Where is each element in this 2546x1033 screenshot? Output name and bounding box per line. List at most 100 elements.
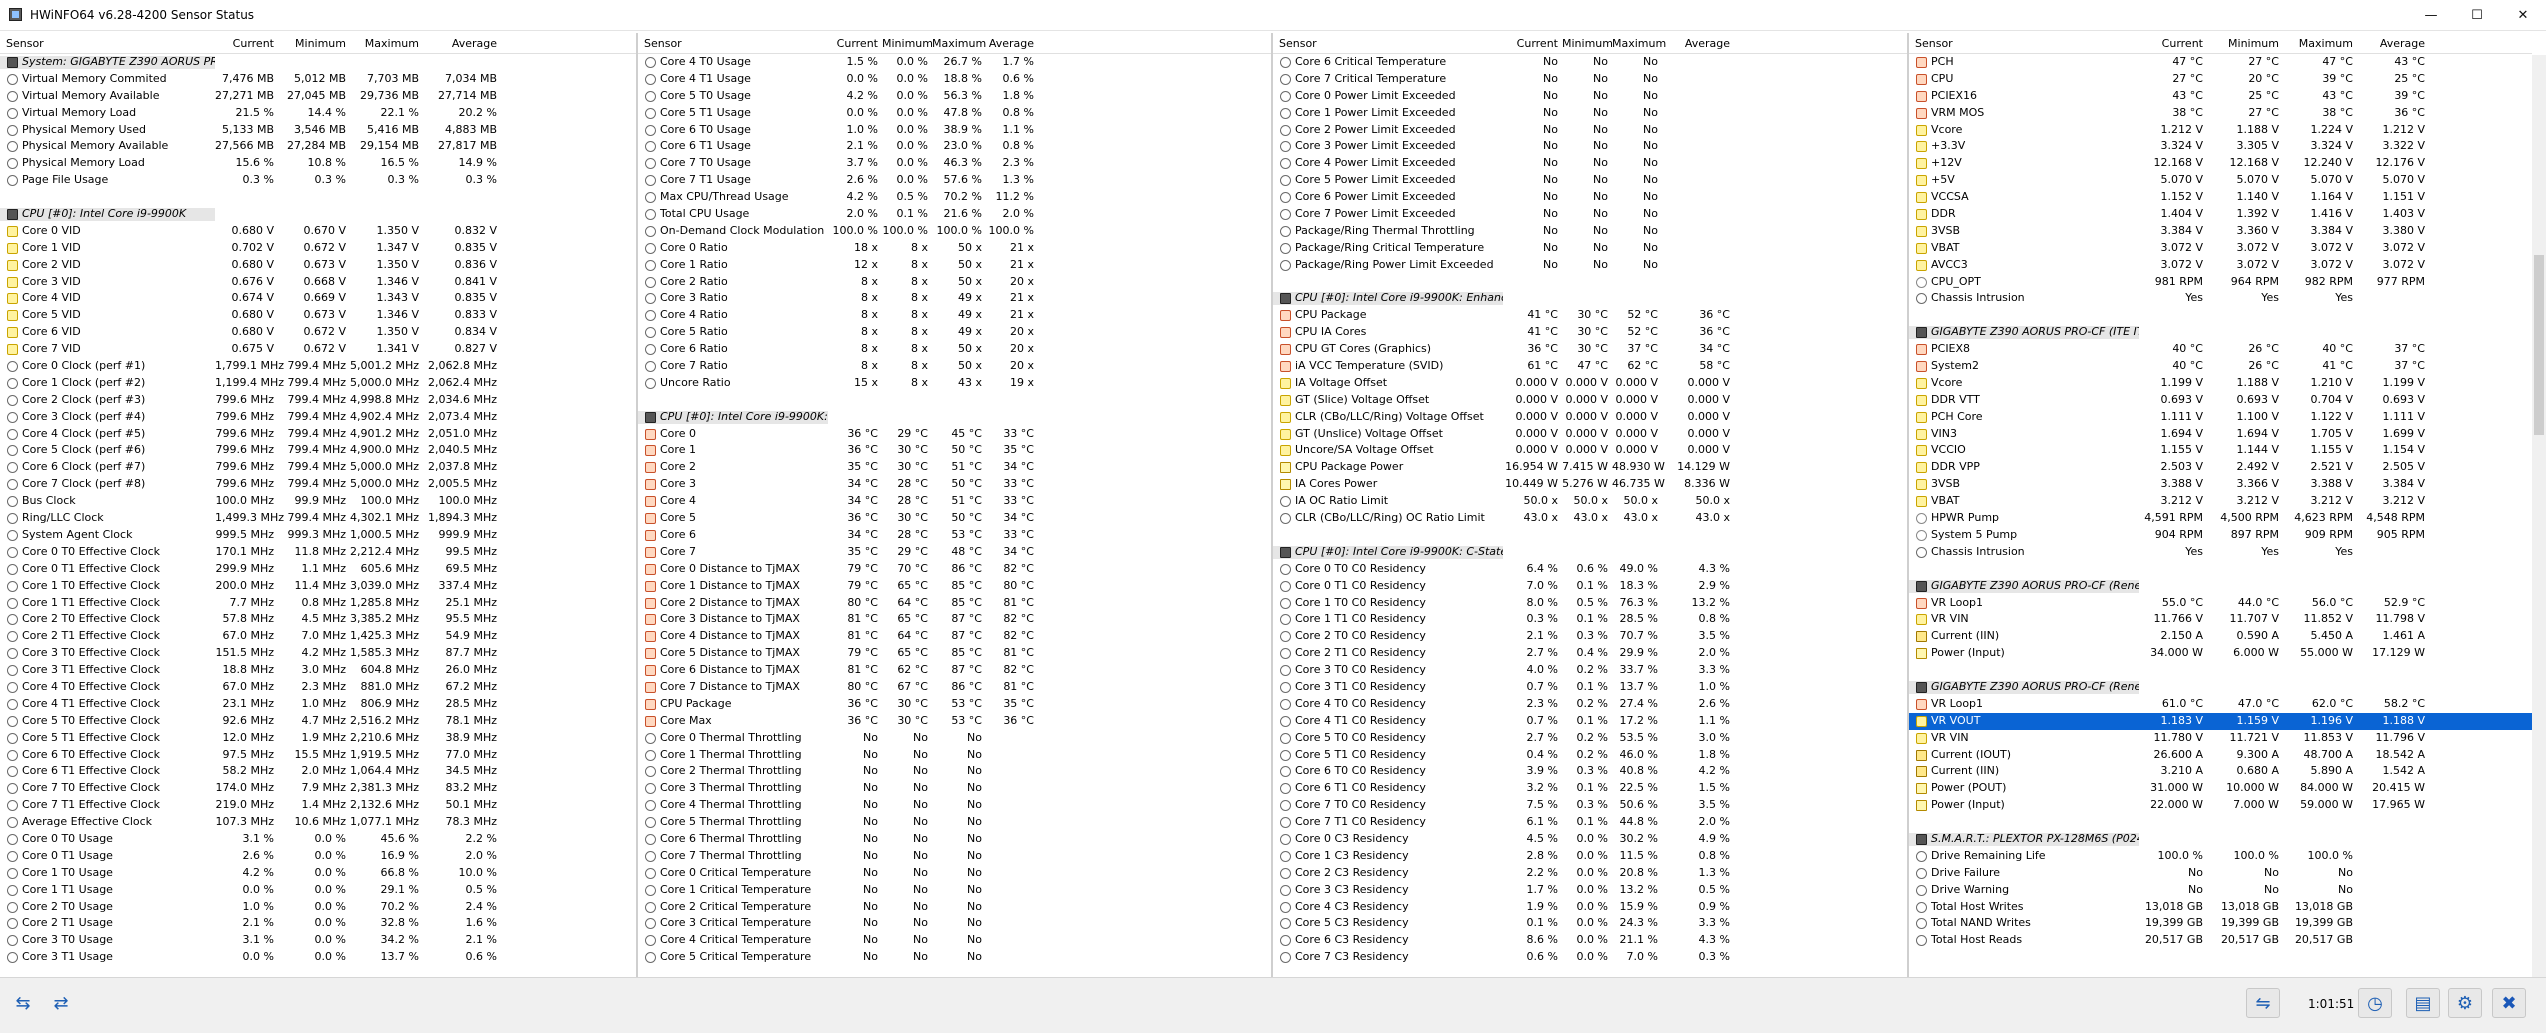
sensor-row[interactable]: Core 1 VID 0.702 V 0.672 V 1.347 V 0.835 V bbox=[0, 240, 636, 257]
sensor-row[interactable]: Core 0 T1 C0 Residency 7.0 % 0.1 % 18.3 % 2.… bbox=[1273, 578, 1907, 595]
column-current[interactable]: Current bbox=[1503, 37, 1558, 50]
sensor-row[interactable]: PCH 47 °C 27 °C 47 °C 43 °C bbox=[1909, 54, 2532, 71]
sensor-row[interactable]: GT (Unslice) Voltage Offset 0.000 V 0.000 … bbox=[1273, 426, 1907, 443]
sensor-row[interactable]: VIN3 1.694 V 1.694 V 1.705 V 1.699 V bbox=[1909, 426, 2532, 443]
sensor-row[interactable]: Core 0 Thermal Throttling No No No bbox=[638, 730, 1271, 747]
scrollbar-thumb[interactable] bbox=[2534, 255, 2544, 435]
column-maximum[interactable]: Maximum bbox=[932, 37, 986, 50]
sensor-row[interactable]: Core 0 Power Limit Exceeded No No No bbox=[1273, 88, 1907, 105]
sensor-row[interactable]: Core 7 35 °C 29 °C 48 °C 34 °C bbox=[638, 544, 1271, 561]
sensor-group-header[interactable]: System: GIGABYTE Z390 AORUS PRO bbox=[0, 54, 636, 71]
sensor-row[interactable]: Core 1 T1 C0 Residency 0.3 % 0.1 % 28.5 % 0.… bbox=[1273, 611, 1907, 628]
sensor-row[interactable]: Core 2 T0 Effective Clock 57.8 MHz 4.5 MHz… bbox=[0, 611, 636, 628]
minimize-button[interactable]: — bbox=[2408, 0, 2454, 31]
sensor-row[interactable]: PCH Core 1.111 V 1.100 V 1.122 V 1.111 V bbox=[1909, 409, 2532, 426]
sensor-row[interactable]: On-Demand Clock Modulation 100.0 % 100.0 %… bbox=[638, 223, 1271, 240]
sensor-row[interactable]: VR Loop1 55.0 °C 44.0 °C 56.0 °C 52.9 °C bbox=[1909, 595, 2532, 612]
sensor-row[interactable]: Core 4 T1 C0 Residency 0.7 % 0.1 % 17.2 % 1.… bbox=[1273, 713, 1907, 730]
sensor-row[interactable]: Core 4 Clock (perf #5) 799.6 MHz 799.4 MHz… bbox=[0, 426, 636, 443]
sensor-row[interactable]: Core 7 T1 Usage 2.6 % 0.0 % 57.6 % 1.3 % bbox=[638, 172, 1271, 189]
sensor-row[interactable]: Core 4 Thermal Throttling No No No bbox=[638, 797, 1271, 814]
sensor-row[interactable]: Core 7 Distance to TjMAX 80 °C 67 °C 86 °C 8… bbox=[638, 679, 1271, 696]
sensor-row[interactable]: Core 5 Clock (perf #6) 799.6 MHz 799.4 MHz… bbox=[0, 442, 636, 459]
sensor-row[interactable]: Core 2 Distance to TjMAX 80 °C 64 °C 85 °C 8… bbox=[638, 595, 1271, 612]
sensor-row[interactable]: System2 40 °C 26 °C 41 °C 37 °C bbox=[1909, 358, 2532, 375]
sensor-row[interactable]: Core 0 T0 Usage 3.1 % 0.0 % 45.6 % 2.2 % bbox=[0, 831, 636, 848]
column-minimum[interactable]: Minimum bbox=[882, 37, 933, 50]
sensor-row[interactable]: Total NAND Writes 19,399 GB 19,399 GB 19,39… bbox=[1909, 915, 2532, 932]
sensor-row[interactable]: Core 2 T1 Effective Clock 67.0 MHz 7.0 MHz… bbox=[0, 628, 636, 645]
sensor-row[interactable]: Core 0 Critical Temperature No No No bbox=[638, 865, 1271, 882]
sensor-row[interactable]: Core 1 C3 Residency 2.8 % 0.0 % 11.5 % 0.8 % bbox=[1273, 848, 1907, 865]
sensor-row[interactable]: Core 6 T1 C0 Residency 3.2 % 0.1 % 22.5 % 1.… bbox=[1273, 780, 1907, 797]
sensor-row[interactable]: Max CPU/Thread Usage 4.2 % 0.5 % 70.2 % 11.2… bbox=[638, 189, 1271, 206]
sensor-group-header[interactable]: S.M.A.R.T.: PLEXTOR PX-128M6S (P024... bbox=[1909, 831, 2532, 848]
sensor-row[interactable]: Core 2 Clock (perf #3) 799.6 MHz 799.4 MHz… bbox=[0, 392, 636, 409]
column-sensor[interactable]: Sensor bbox=[1279, 37, 1317, 50]
sensor-row[interactable]: VR VIN 11.780 V 11.721 V 11.853 V 11.796 V bbox=[1909, 730, 2532, 747]
sensor-row[interactable]: Core 5 Thermal Throttling No No No bbox=[638, 814, 1271, 831]
sensor-row[interactable]: Chassis Intrusion Yes Yes Yes bbox=[1909, 290, 2532, 307]
sensor-row[interactable]: Power (Input) 22.000 W 7.000 W 59.000 W 17.9… bbox=[1909, 797, 2532, 814]
sensor-row[interactable]: Core 4 T1 Usage 0.0 % 0.0 % 18.8 % 0.6 % bbox=[638, 71, 1271, 88]
sensor-row[interactable]: Core 7 Critical Temperature No No No bbox=[1273, 71, 1907, 88]
sensor-row[interactable]: VCCSA 1.152 V 1.140 V 1.164 V 1.151 V bbox=[1909, 189, 2532, 206]
sensor-row[interactable]: Physical Memory Available 27,566 MB 27,284… bbox=[0, 138, 636, 155]
column-sensor[interactable]: Sensor bbox=[1915, 37, 1953, 50]
sensor-row[interactable]: HPWR Pump 4,591 RPM 4,500 RPM 4,623 RPM 4,54… bbox=[1909, 510, 2532, 527]
sensor-row[interactable]: Current (IIN) 2.150 A 0.590 A 5.450 A 1.461 … bbox=[1909, 628, 2532, 645]
sensor-row[interactable]: Core 6 C3 Residency 8.6 % 0.0 % 21.1 % 4.3 % bbox=[1273, 932, 1907, 949]
sensor-pane-1[interactable]: Sensor Current Minimum Maximum Average System… bbox=[0, 33, 638, 977]
sensor-row[interactable]: Core 5 Ratio 8 x 8 x 49 x 20 x bbox=[638, 324, 1271, 341]
sensor-row[interactable]: CLR (CBo/LLC/Ring) OC Ratio Limit 43.0 x 4… bbox=[1273, 510, 1907, 527]
sensor-row[interactable]: Core 2 T1 C0 Residency 2.7 % 0.4 % 29.9 % 2.… bbox=[1273, 645, 1907, 662]
sensor-row[interactable]: Core 3 T0 Effective Clock 151.5 MHz 4.2 MH… bbox=[0, 645, 636, 662]
sensor-row[interactable]: Virtual Memory Available 27,271 MB 27,045 … bbox=[0, 88, 636, 105]
sensor-row[interactable]: Core 4 34 °C 28 °C 51 °C 33 °C bbox=[638, 493, 1271, 510]
sensor-row[interactable]: Power (POUT) 31.000 W 10.000 W 84.000 W 20.4… bbox=[1909, 780, 2532, 797]
sensor-row[interactable]: Core 6 T1 Usage 2.1 % 0.0 % 23.0 % 0.8 % bbox=[638, 138, 1271, 155]
sensor-row[interactable]: Core 6 Thermal Throttling No No No bbox=[638, 831, 1271, 848]
sensor-pane-2[interactable]: Sensor Current Minimum Maximum Average Core 4… bbox=[638, 33, 1273, 977]
sensor-row[interactable]: Core 7 C3 Residency 0.6 % 0.0 % 7.0 % 0.3 % bbox=[1273, 949, 1907, 966]
sensor-row[interactable]: System 5 Pump 904 RPM 897 RPM 909 RPM 905 RP… bbox=[1909, 527, 2532, 544]
sensor-row[interactable]: Total CPU Usage 2.0 % 0.1 % 21.6 % 2.0 % bbox=[638, 206, 1271, 223]
column-minimum[interactable]: Minimum bbox=[2207, 37, 2279, 50]
sensor-row[interactable]: Core 0 C3 Residency 4.5 % 0.0 % 30.2 % 4.9 % bbox=[1273, 831, 1907, 848]
sensor-row[interactable]: Core 1 Ratio 12 x 8 x 50 x 21 x bbox=[638, 257, 1271, 274]
sensor-row[interactable]: DDR 1.404 V 1.392 V 1.416 V 1.403 V bbox=[1909, 206, 2532, 223]
sensor-row[interactable]: Virtual Memory Commited 7,476 MB 5,012 MB 7… bbox=[0, 71, 636, 88]
sensor-row[interactable]: VR VIN 11.766 V 11.707 V 11.852 V 11.798 V bbox=[1909, 611, 2532, 628]
sensor-row[interactable]: Core 3 34 °C 28 °C 50 °C 33 °C bbox=[638, 476, 1271, 493]
sensor-row[interactable]: Core 7 T0 Usage 3.7 % 0.0 % 46.3 % 2.3 % bbox=[638, 155, 1271, 172]
column-header[interactable]: Sensor Current Minimum Maximum Average bbox=[0, 33, 636, 54]
sensor-group-header[interactable]: CPU [#0]: Intel Core i9-9900K: Enhanced bbox=[1273, 290, 1907, 307]
sensor-row[interactable]: Core 7 T1 Effective Clock 219.0 MHz 1.4 MH… bbox=[0, 797, 636, 814]
sensor-row[interactable]: Core 0 T0 Effective Clock 170.1 MHz 11.8 M… bbox=[0, 544, 636, 561]
sensor-row[interactable]: Core 5 Distance to TjMAX 79 °C 65 °C 85 °C 8… bbox=[638, 645, 1271, 662]
sensor-row[interactable]: Core 0 Ratio 18 x 8 x 50 x 21 x bbox=[638, 240, 1271, 257]
sensor-row[interactable]: CPU IA Cores 41 °C 30 °C 52 °C 36 °C bbox=[1273, 324, 1907, 341]
sensor-row[interactable]: Core 4 T1 Effective Clock 23.1 MHz 1.0 MHz… bbox=[0, 696, 636, 713]
column-header[interactable]: Sensor Current Minimum Maximum Average bbox=[1273, 33, 1907, 54]
sensor-group-header[interactable]: CPU [#0]: Intel Core i9-9900K bbox=[0, 206, 636, 223]
sensor-row[interactable]: Core 6 T1 Effective Clock 58.2 MHz 2.0 MHz… bbox=[0, 763, 636, 780]
sensor-row[interactable]: Core 5 36 °C 30 °C 50 °C 34 °C bbox=[638, 510, 1271, 527]
sensor-row[interactable]: Core 2 35 °C 30 °C 51 °C 34 °C bbox=[638, 459, 1271, 476]
column-sensor[interactable]: Sensor bbox=[644, 37, 682, 50]
sensor-row[interactable]: Core 4 Ratio 8 x 8 x 49 x 21 x bbox=[638, 307, 1271, 324]
sensor-row[interactable]: Core 7 Clock (perf #8) 799.6 MHz 799.4 MHz… bbox=[0, 476, 636, 493]
sensor-row[interactable]: Core 1 T1 Effective Clock 7.7 MHz 0.8 MHz 1… bbox=[0, 595, 636, 612]
sensor-row[interactable]: Core 6 Distance to TjMAX 81 °C 62 °C 87 °C 8… bbox=[638, 662, 1271, 679]
sensor-group-header[interactable]: GIGABYTE Z390 AORUS PRO-CF (Renes... bbox=[1909, 578, 2532, 595]
sensor-row[interactable]: DDR VTT 0.693 V 0.693 V 0.704 V 0.693 V bbox=[1909, 392, 2532, 409]
sensor-row[interactable]: Vcore 1.212 V 1.188 V 1.224 V 1.212 V bbox=[1909, 122, 2532, 139]
sensor-row[interactable]: Ring/LLC Clock 1,499.3 MHz 799.4 MHz 4,302.… bbox=[0, 510, 636, 527]
clock-icon[interactable]: ◷ bbox=[2358, 988, 2392, 1018]
sensor-row[interactable]: Core 7 Ratio 8 x 8 x 50 x 20 x bbox=[638, 358, 1271, 375]
sensor-row[interactable]: Physical Memory Load 15.6 % 10.8 % 16.5 % 14… bbox=[0, 155, 636, 172]
sensor-row[interactable]: Core 7 VID 0.675 V 0.672 V 1.341 V 0.827 V bbox=[0, 341, 636, 358]
sensor-row[interactable]: Core 0 36 °C 29 °C 45 °C 33 °C bbox=[638, 426, 1271, 443]
column-minimum[interactable]: Minimum bbox=[1562, 37, 1613, 50]
sensor-row[interactable]: Core Max 36 °C 30 °C 53 °C 36 °C bbox=[638, 713, 1271, 730]
